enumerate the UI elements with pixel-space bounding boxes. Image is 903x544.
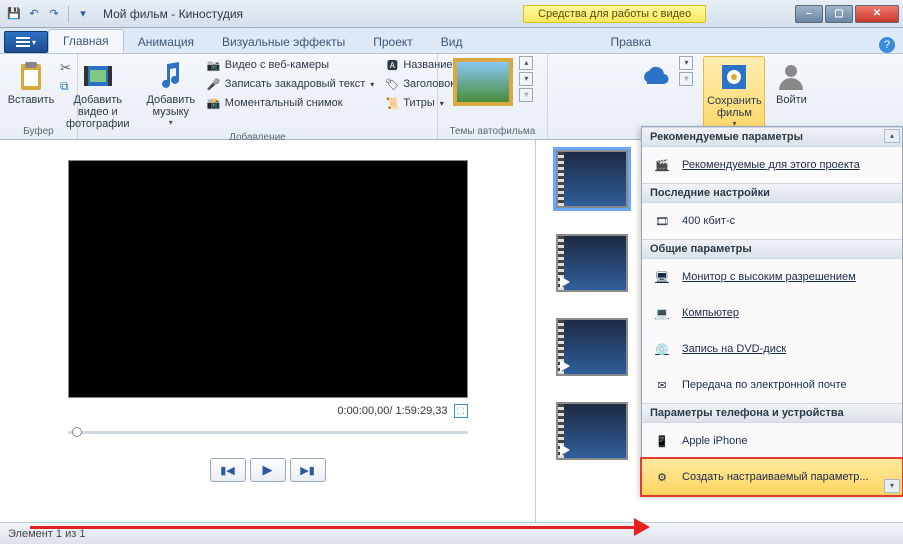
contextual-tab-label[interactable]: Средства для работы с видео — [523, 5, 706, 23]
narration-button[interactable]: 🎤Записать закадровый текст▾ — [203, 75, 378, 93]
scroll-down-button[interactable]: ▾ — [884, 479, 900, 493]
dropdown-section-header: Последние настройки — [642, 183, 902, 203]
chevron-down-icon[interactable]: ▾ — [75, 6, 91, 22]
window-title: Мой фильм - Киностудия — [103, 7, 243, 21]
quick-access-toolbar: 💾 ↶ ↷ ▾ — [0, 6, 97, 22]
tab-visual-effects[interactable]: Визуальные эффекты — [208, 31, 359, 53]
tab-edit[interactable]: Правка — [596, 31, 665, 53]
group-themes: ▴ ▾ ▿ Темы автофильма — [438, 54, 548, 139]
tab-view[interactable]: Вид — [427, 31, 477, 53]
close-button[interactable]: ✕ — [855, 5, 899, 23]
dropdown-section-header: Рекомендуемые параметры — [642, 127, 902, 147]
preview-video[interactable] — [68, 160, 468, 398]
save-movie-dropdown: ▴ Рекомендуемые параметры 🎬 Рекомендуемы… — [641, 126, 903, 496]
phone-icon: 📱 — [650, 429, 674, 453]
maximize-button[interactable]: ▢ — [825, 5, 853, 23]
webcam-button[interactable]: 📷Видео с веб-камеры — [203, 56, 378, 74]
title-bar: 💾 ↶ ↷ ▾ Мой фильм - Киностудия Средства … — [0, 0, 903, 28]
dd-item-dvd[interactable]: 💿 Запись на DVD-диск — [642, 331, 902, 367]
add-video-photo-button[interactable]: Добавить видео и фотографии — [57, 56, 139, 132]
dropdown-section-header: Параметры телефона и устройства — [642, 403, 902, 423]
disc-icon: 💿 — [650, 337, 674, 361]
clip-thumbnail[interactable] — [556, 402, 628, 460]
tab-project[interactable]: Проект — [359, 31, 427, 53]
timeline-slider[interactable] — [68, 424, 468, 440]
music-note-icon — [155, 60, 187, 92]
dropdown-section-header: Общие параметры — [642, 239, 902, 259]
gear-icon: ⚙ — [650, 465, 674, 489]
file-menu-button[interactable]: ▾ — [4, 31, 48, 53]
share-cloud-button[interactable] — [637, 56, 673, 96]
credits-icon: 📜 — [384, 95, 400, 111]
dd-item-create-custom[interactable]: ⚙ Создать настраиваемый параметр... — [642, 459, 902, 495]
chevron-down-icon: ▾ — [169, 118, 173, 127]
tab-animation[interactable]: Анимация — [124, 31, 208, 53]
dd-item-recent[interactable]: 🎞 400 кбит-с — [642, 203, 902, 239]
monitor-icon: 🖥 — [650, 265, 674, 289]
computer-icon: 💻 — [650, 301, 674, 325]
next-frame-button[interactable]: ▶▮ — [290, 458, 326, 482]
film-icon: 🎬 — [650, 153, 674, 177]
theme-scroll-up[interactable]: ▴ — [519, 56, 533, 70]
redo-icon[interactable]: ↷ — [46, 6, 62, 22]
time-display: 0:00:00,00/ 1:59:29,33 ⛶ — [68, 404, 468, 418]
window-controls: – ▢ ✕ — [795, 5, 903, 23]
prev-frame-button[interactable]: ▮◀ — [210, 458, 246, 482]
clipboard-icon — [15, 60, 47, 92]
sign-in-button[interactable]: Войти — [769, 56, 813, 108]
clip-thumbnail[interactable] — [556, 234, 628, 292]
film-save-icon — [718, 61, 750, 93]
webcam-icon: 📷 — [206, 57, 222, 73]
filmstrip-icon — [82, 60, 114, 92]
play-button[interactable]: ▶ — [250, 458, 286, 482]
annotation-arrow — [30, 524, 650, 530]
theme-thumbnail[interactable] — [453, 58, 513, 106]
theme-expand[interactable]: ▿ — [519, 88, 533, 102]
camera-icon: 📸 — [206, 95, 222, 111]
playback-controls: ▮◀ ▶ ▶▮ — [210, 458, 326, 482]
cloud-icon — [639, 60, 671, 92]
dd-item-recommended[interactable]: 🎬 Рекомендуемые для этого проекта — [642, 147, 902, 183]
scroll-up-button[interactable]: ▴ — [884, 129, 900, 143]
theme-scroll-down[interactable]: ▾ — [519, 72, 533, 86]
clip-thumbnail[interactable] — [556, 318, 628, 376]
chevron-down-icon[interactable]: ▾ — [679, 56, 693, 70]
clip-thumbnail[interactable] — [556, 150, 628, 208]
share-expand[interactable]: ▿ — [679, 72, 693, 86]
add-music-button[interactable]: Добавить музыку ▾ — [143, 56, 199, 129]
preview-pane: 0:00:00,00/ 1:59:29,33 ⛶ ▮◀ ▶ ▶▮ — [0, 140, 536, 522]
minimize-button[interactable]: – — [795, 5, 823, 23]
envelope-icon: ✉ — [650, 373, 674, 397]
dd-item-hd-monitor[interactable]: 🖥 Монитор с высоким разрешением — [642, 259, 902, 295]
microphone-icon: 🎤 — [206, 76, 222, 92]
paste-button[interactable]: Вставить — [6, 56, 56, 108]
dd-item-computer[interactable]: 💻 Компьютер — [642, 295, 902, 331]
ribbon-tabs: ▾ Главная Анимация Визуальные эффекты Пр… — [0, 28, 903, 54]
group-add: Добавить видео и фотографии Добавить муз… — [78, 54, 438, 139]
tab-home[interactable]: Главная — [48, 29, 124, 53]
caption-icon: 🏷 — [384, 76, 400, 92]
save-movie-button[interactable]: Сохранить фильм ▾ — [703, 56, 765, 131]
help-button[interactable]: ? — [879, 37, 895, 53]
title-icon: 🅰 — [384, 57, 400, 73]
group-label: Темы автофильма — [444, 126, 541, 137]
dd-item-iphone[interactable]: 📱 Apple iPhone — [642, 423, 902, 459]
undo-icon[interactable]: ↶ — [26, 6, 42, 22]
fullscreen-icon[interactable]: ⛶ — [454, 404, 468, 418]
user-icon — [775, 60, 807, 92]
film-icon: 🎞 — [650, 209, 674, 233]
save-icon[interactable]: 💾 — [6, 6, 22, 22]
dd-item-email[interactable]: ✉ Передача по электронной почте — [642, 367, 902, 403]
snapshot-button[interactable]: 📸Моментальный снимок — [203, 94, 378, 112]
